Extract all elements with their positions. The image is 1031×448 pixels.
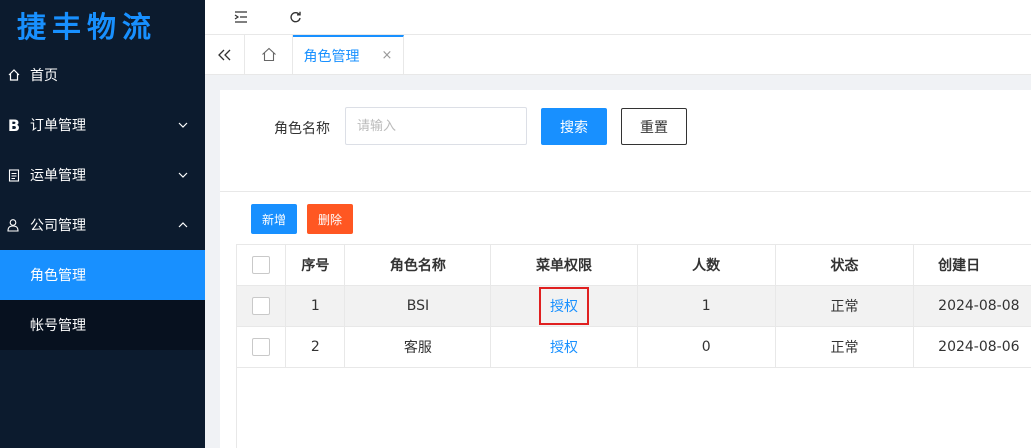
sidebar-item-label: 角色管理 [30, 268, 86, 284]
reset-button[interactable]: 重置 [621, 108, 687, 145]
sidebar-item-label: 首页 [30, 68, 58, 84]
sidebar-item-company[interactable]: 公司管理 [0, 200, 205, 250]
table-header: 序号 角色名称 菜单权限 人数 状态 创建日 [237, 245, 1031, 286]
home-icon [6, 67, 22, 83]
column-header: 人数 [638, 245, 776, 285]
column-header: 序号 [286, 245, 346, 285]
cell-status: 正常 [776, 327, 915, 367]
refresh-icon[interactable] [287, 9, 303, 25]
role-name-input[interactable] [345, 107, 527, 145]
cell-role-name: BSI [345, 286, 492, 326]
collapse-sidebar-icon[interactable] [205, 35, 245, 74]
chevron-up-icon [177, 219, 189, 231]
sidebar-item-label: 运单管理 [30, 168, 86, 184]
tab-role-management[interactable]: 角色管理 × [293, 35, 404, 74]
table-row: 1 BSI 授权 1 正常 2024-08-08 [237, 286, 1031, 327]
table-row: 2 客服 授权 0 正常 2024-08-06 [237, 327, 1031, 368]
sidebar-item-role-management[interactable]: 角色管理 [0, 250, 205, 300]
tab-label: 角色管理 [303, 48, 360, 65]
roles-table: 序号 角色名称 菜单权限 人数 状态 创建日 1 BSI 授权 1 正常 202… [236, 244, 1031, 448]
document-icon [6, 167, 22, 183]
role-name-label: 角色名称 [274, 121, 330, 137]
top-toolbar [205, 0, 1031, 35]
cell-index: 2 [286, 327, 346, 367]
tabs-bar: 角色管理 × [205, 35, 1031, 75]
cell-count: 1 [638, 286, 776, 326]
column-header: 角色名称 [345, 245, 492, 285]
sidebar-item-label: 帐号管理 [30, 318, 86, 334]
sidebar-item-waybills[interactable]: 运单管理 [0, 150, 205, 200]
cell-count: 0 [638, 327, 776, 367]
select-all-checkbox[interactable] [252, 256, 271, 274]
chevron-down-icon [177, 119, 189, 131]
delete-button[interactable]: 删除 [307, 204, 353, 234]
menu-fold-icon[interactable] [233, 9, 249, 25]
chevron-down-icon [177, 169, 189, 181]
column-header: 菜单权限 [491, 245, 638, 285]
sidebar-item-label: 订单管理 [30, 118, 86, 134]
authorize-link[interactable]: 授权 [550, 337, 578, 357]
search-button[interactable]: 搜索 [541, 108, 607, 145]
cell-created: 2024-08-06 [938, 339, 1020, 355]
company-submenu: 角色管理 帐号管理 [0, 250, 205, 350]
cell-index: 1 [286, 286, 346, 326]
close-icon[interactable]: × [382, 48, 393, 63]
column-header: 创建日 [938, 258, 981, 274]
authorize-link[interactable]: 授权 [538, 287, 589, 325]
row-checkbox[interactable] [252, 297, 271, 315]
sidebar: 捷丰物流 首页 B 订单管理 运单管理 公司管理 角色管理 帐号管理 [0, 0, 205, 448]
home-tab-icon[interactable] [245, 35, 293, 74]
cell-status: 正常 [776, 286, 915, 326]
sidebar-item-account-management[interactable]: 帐号管理 [0, 300, 205, 350]
sidebar-item-home[interactable]: 首页 [0, 50, 205, 100]
search-form: 角色名称 搜索 重置 [220, 90, 1031, 192]
user-icon [6, 217, 22, 233]
sidebar-item-orders[interactable]: B 订单管理 [0, 100, 205, 150]
row-checkbox[interactable] [252, 338, 271, 356]
main-content: 角色名称 搜索 重置 新增 删除 序号 角色名称 菜单权限 人数 状态 创建日 … [220, 90, 1031, 448]
sidebar-item-label: 公司管理 [30, 218, 86, 234]
column-header: 状态 [776, 245, 915, 285]
cell-created: 2024-08-08 [938, 298, 1020, 314]
add-button[interactable]: 新增 [251, 204, 297, 234]
bold-b-icon: B [7, 115, 21, 135]
cell-role-name: 客服 [345, 327, 492, 367]
app-logo: 捷丰物流 [17, 10, 158, 44]
